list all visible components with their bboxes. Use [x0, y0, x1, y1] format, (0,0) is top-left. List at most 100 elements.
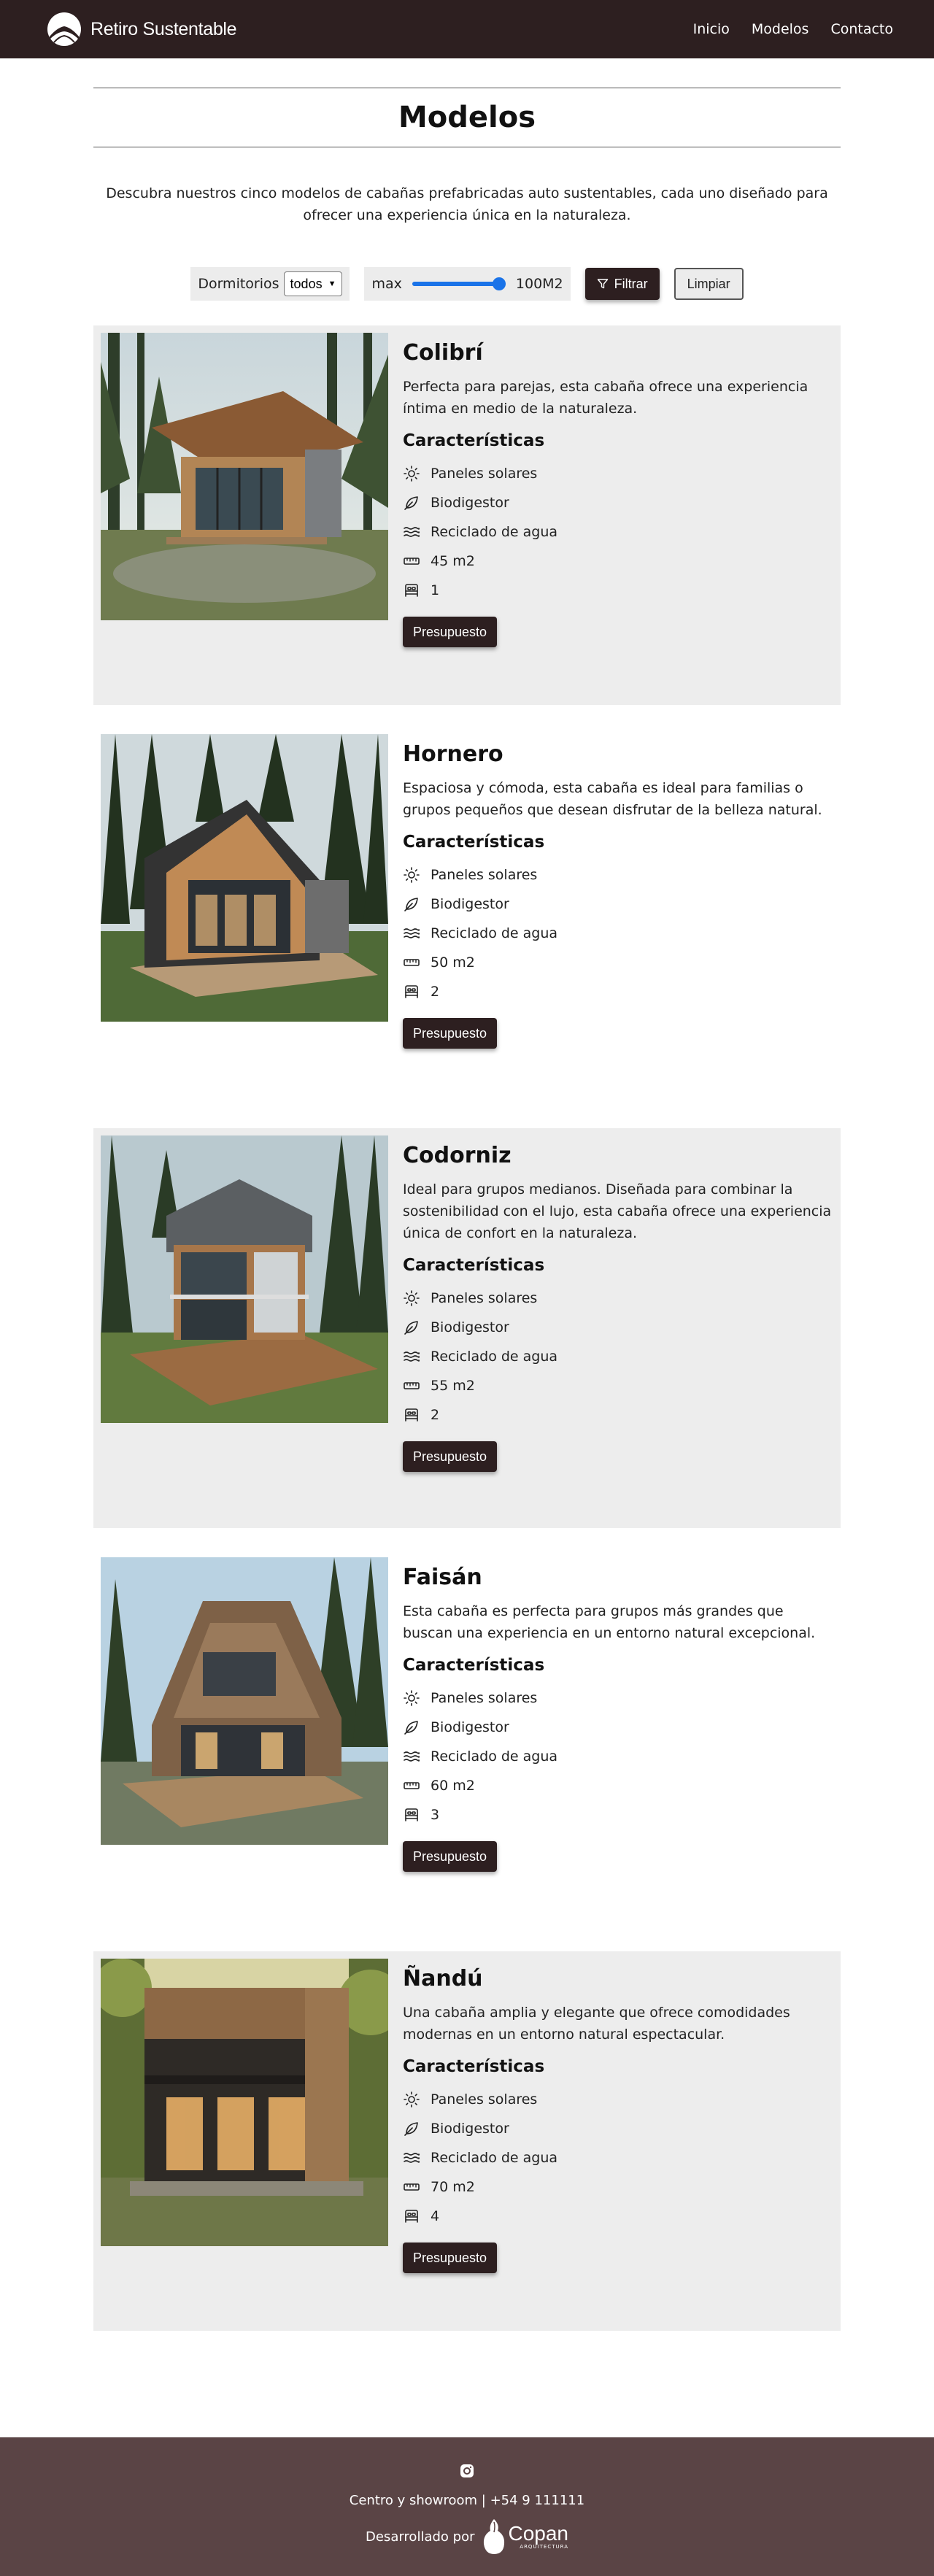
model-title: Faisán — [403, 1565, 482, 1590]
features-heading: Características — [403, 1256, 545, 1275]
feature-label: Paneles solares — [431, 2091, 538, 2108]
feature-solar: Paneles solares — [403, 2085, 833, 2114]
copan-wordmark: Copan — [508, 2522, 568, 2545]
feature-label: Paneles solares — [431, 1290, 538, 1306]
waves-icon — [403, 1348, 420, 1365]
ruler-icon — [403, 552, 420, 570]
filter-button[interactable]: Filtrar — [584, 268, 660, 300]
feature-label: Reciclado de agua — [431, 925, 558, 941]
nav-link-inicio[interactable]: Inicio — [693, 21, 730, 37]
ruler-icon — [403, 1777, 420, 1794]
feature-water: Reciclado de agua — [403, 919, 833, 948]
bed-icon — [403, 1806, 420, 1824]
waves-icon — [403, 523, 420, 541]
leaf-icon — [403, 895, 420, 913]
feature-label: Reciclado de agua — [431, 1349, 558, 1365]
feature-bedrooms: 4 — [403, 2202, 833, 2231]
instagram-icon[interactable] — [460, 2464, 474, 2478]
feature-water: Reciclado de agua — [403, 1742, 833, 1771]
brand[interactable]: Retiro Sustentable — [47, 10, 237, 48]
filter-icon — [597, 279, 608, 289]
nav-link-contacto[interactable]: Contacto — [830, 21, 893, 37]
leaf-icon — [403, 1719, 420, 1736]
feature-solar: Paneles solares — [403, 860, 833, 890]
feature-biodigester: Biodigestor — [403, 488, 833, 517]
area-value: 60 m2 — [431, 1778, 475, 1794]
feature-label: Biodigestor — [431, 896, 509, 912]
waves-icon — [403, 1748, 420, 1765]
model-image-faisan — [101, 1557, 388, 1845]
copan-subtitle: ARQUITECTURA — [520, 2544, 568, 2550]
bed-icon — [403, 582, 420, 599]
feature-label: Reciclado de agua — [431, 524, 558, 540]
ruler-icon — [403, 1377, 420, 1395]
feature-biodigester: Biodigestor — [403, 1713, 833, 1742]
ruler-icon — [403, 2178, 420, 2196]
model-description: Esta cabaña es perfecta para grupos más … — [403, 1603, 816, 1641]
budget-button[interactable]: Presupuesto — [403, 617, 498, 647]
feature-area: 60 m2 — [403, 1771, 833, 1800]
feature-label: Biodigestor — [431, 1719, 509, 1735]
feature-label: Paneles solares — [431, 1690, 538, 1706]
sun-icon — [403, 1689, 420, 1707]
bed-icon — [403, 1406, 420, 1424]
bedrooms-value: 1 — [431, 582, 440, 598]
model-image-codorniz — [101, 1135, 388, 1423]
budget-button[interactable]: Presupuesto — [403, 1018, 498, 1049]
feature-solar: Paneles solares — [403, 459, 833, 488]
feature-label: Paneles solares — [431, 466, 538, 482]
budget-button[interactable]: Presupuesto — [403, 1441, 498, 1472]
bedrooms-label: Dormitorios — [198, 276, 279, 292]
feature-label: Biodigestor — [431, 2121, 509, 2137]
model-image-colibri — [101, 333, 388, 620]
budget-button[interactable]: Presupuesto — [403, 1841, 498, 1872]
developed-by-label: Desarrollado por — [366, 2529, 475, 2545]
model-description: Una cabaña amplia y elegante que ofrece … — [403, 2005, 790, 2043]
feature-biodigester: Biodigestor — [403, 1313, 833, 1342]
area-value: 45 m2 — [431, 553, 475, 569]
copan-logo[interactable]: Copan ARQUITECTURA — [482, 2518, 568, 2556]
budget-button[interactable]: Presupuesto — [403, 2243, 498, 2273]
page-intro: Descubra nuestros cinco modelos de cabañ… — [106, 185, 828, 223]
model-card-faisan: Faisán Esta cabaña es perfecta para grup… — [93, 1550, 841, 1929]
bedrooms-select[interactable]: todos ▼ — [283, 271, 343, 296]
model-body: Colibrí Perfecta para parejas, esta caba… — [403, 340, 833, 647]
clear-button[interactable]: Limpiar — [674, 268, 744, 300]
features-heading: Características — [403, 431, 545, 450]
max-label: max — [371, 276, 402, 292]
feature-label: Reciclado de agua — [431, 2150, 558, 2166]
model-title: Ñandú — [403, 1966, 483, 1991]
slider-thumb[interactable] — [492, 277, 506, 290]
page-title-wrap: Modelos — [93, 88, 841, 147]
feature-water: Reciclado de agua — [403, 2143, 833, 2172]
max-area-slider[interactable] — [412, 277, 506, 291]
nav-link-modelos[interactable]: Modelos — [752, 21, 809, 37]
developer-credit: Desarrollado por Copan ARQUITECTURA — [0, 2515, 934, 2558]
footer: Centro y showroom | +54 9 111111 Desarro… — [0, 2437, 934, 2576]
area-value: 70 m2 — [431, 2179, 475, 2195]
model-card-codorniz: Codorniz Ideal para grupos medianos. Dis… — [93, 1128, 841, 1528]
bedrooms-value: 3 — [431, 1807, 440, 1823]
feature-water: Reciclado de agua — [403, 1342, 833, 1371]
feature-label: Biodigestor — [431, 495, 509, 511]
waves-icon — [403, 2149, 420, 2167]
feature-bedrooms: 2 — [403, 977, 833, 1006]
feature-biodigester: Biodigestor — [403, 2114, 833, 2143]
features-heading: Características — [403, 2057, 545, 2076]
feature-label: Paneles solares — [431, 867, 538, 883]
model-card-colibri: Colibrí Perfecta para parejas, esta caba… — [93, 325, 841, 705]
feature-area: 70 m2 — [403, 2172, 833, 2202]
filter-bar: Dormitorios todos ▼ max 100M2 Filtrar Li… — [0, 267, 934, 301]
sun-icon — [403, 866, 420, 884]
model-card-hornero: Hornero Espaciosa y cómoda, esta cabaña … — [93, 727, 841, 1106]
leaf-icon — [403, 1319, 420, 1336]
brand-logo-icon — [47, 12, 81, 46]
slider-fill — [412, 282, 506, 286]
feature-area: 50 m2 — [403, 948, 833, 977]
chevron-down-icon: ▼ — [328, 279, 336, 288]
leaf-icon — [403, 2120, 420, 2137]
feature-area: 45 m2 — [403, 547, 833, 576]
model-body: Faisán Esta cabaña es perfecta para grup… — [403, 1565, 833, 1872]
area-value: 50 m2 — [431, 955, 475, 971]
feature-bedrooms: 3 — [403, 1800, 833, 1829]
